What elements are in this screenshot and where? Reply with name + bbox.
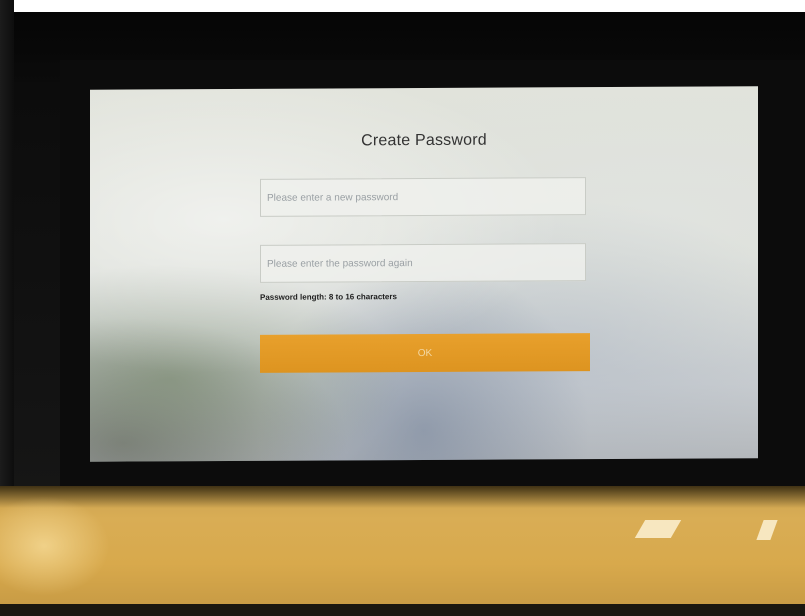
desk-highlight — [0, 496, 110, 596]
confirm-password-input[interactable] — [260, 243, 586, 283]
dialog-title: Create Password — [361, 131, 487, 150]
new-password-input[interactable] — [260, 177, 586, 217]
password-length-hint: Password length: 8 to 16 characters — [260, 292, 397, 302]
top-margin — [0, 0, 805, 12]
ok-button[interactable]: OK — [260, 333, 590, 373]
bottom-edge — [0, 604, 805, 616]
device-screen: Create Password Password length: 8 to 16… — [90, 86, 758, 462]
photo-frame: Create Password Password length: 8 to 16… — [0, 0, 805, 616]
desk-shadow — [0, 486, 805, 508]
